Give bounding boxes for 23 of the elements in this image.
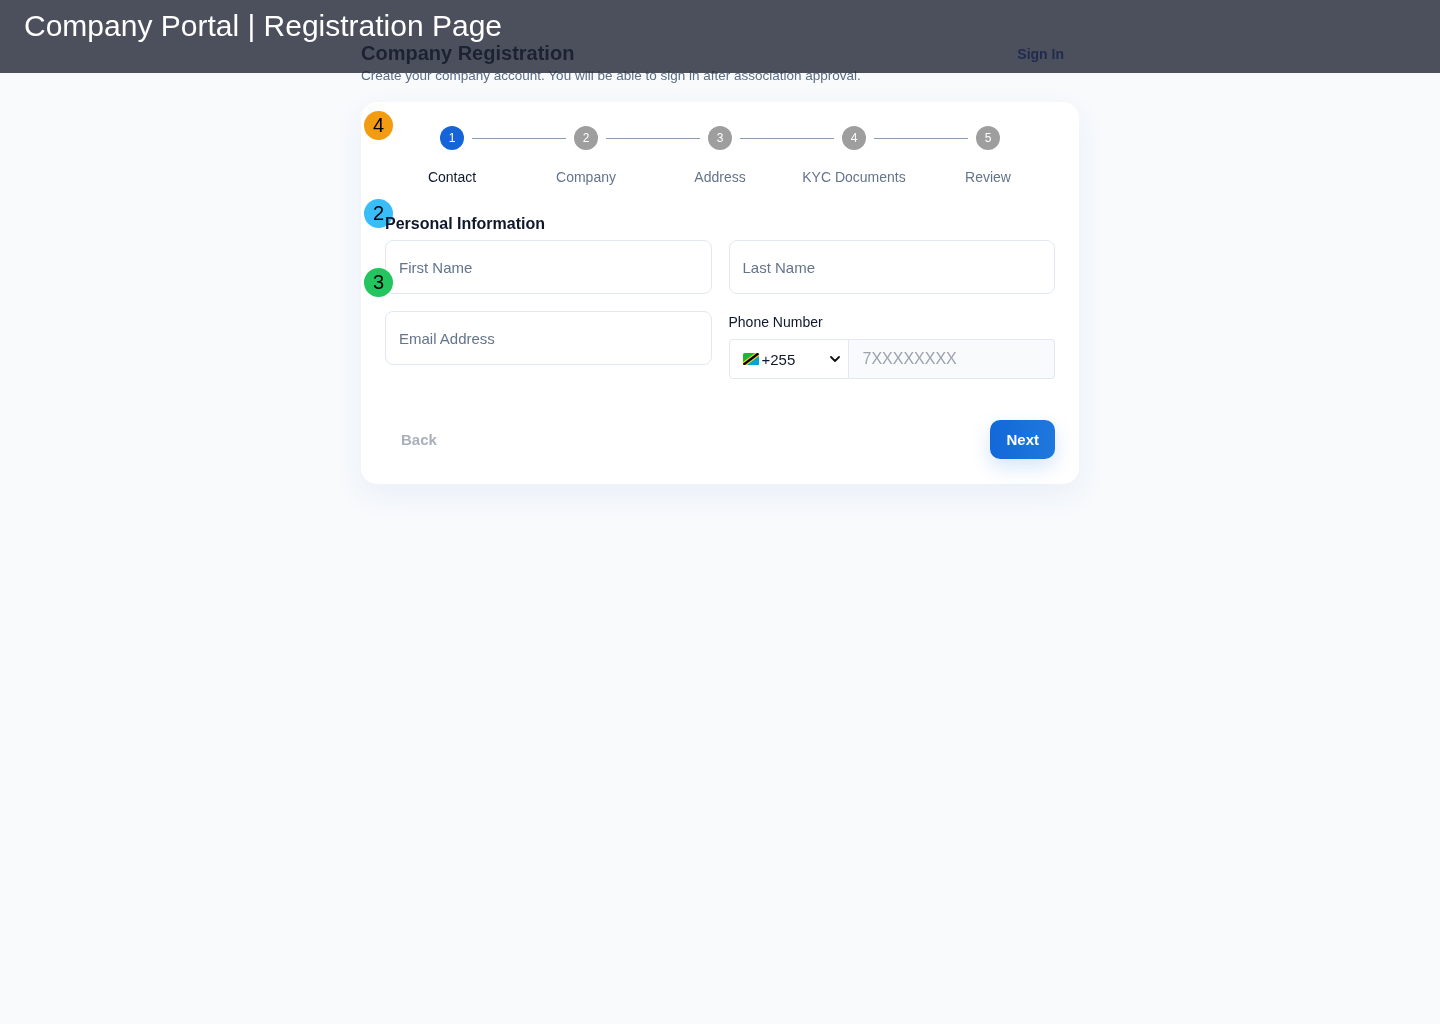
text-input[interactable]: Email Address [385,311,712,365]
step-number: 1 [440,126,464,150]
number-marker: 3 [364,268,393,297]
step-label: Review [965,168,1011,187]
step-label: Company [556,168,616,187]
text-input[interactable]: Last Name [728,240,1055,294]
step-label: Contact [427,168,477,187]
section-title: Personal Information [385,214,547,234]
step-number: 3 [708,126,732,150]
phone-input[interactable]: 7XXXXXXXX [848,339,1055,379]
country-code-select[interactable]: +255 [728,339,849,379]
step-number: 4 [842,126,866,150]
overlay-title: Company Portal | Registration Page [24,11,503,41]
flag-icon [742,353,759,365]
step-number: 2 [574,126,598,150]
text-input[interactable]: First Name [385,240,712,294]
field-label: Phone Number [728,313,824,332]
step-label: KYC Documents [802,168,906,187]
chevron-down-icon [829,356,840,362]
number-marker: 4 [364,111,393,140]
next-button[interactable]: Next [990,420,1055,459]
step-number: 5 [976,126,1000,150]
step-label: Address [694,168,746,187]
